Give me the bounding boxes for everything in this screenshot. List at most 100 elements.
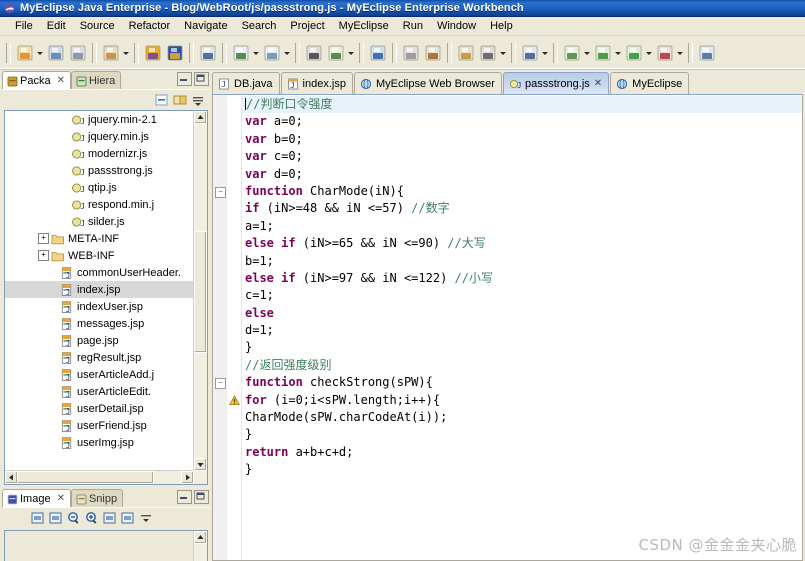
tree-item[interactable]: Jmessages.jsp (5, 315, 194, 332)
image-view-canvas[interactable] (4, 530, 208, 561)
editor-tab-index-jsp[interactable]: Jindex.jsp (280, 72, 353, 94)
zoom-out-icon[interactable] (66, 510, 82, 526)
code-line[interactable]: var b=0; (242, 131, 802, 148)
tree-item[interactable]: JindexUser.jsp (5, 298, 194, 315)
editor-tab-myeclipse[interactable]: MyEclipse (610, 72, 690, 94)
open-type-button[interactable] (101, 43, 121, 63)
tree-item[interactable]: Jpage.jsp (5, 332, 194, 349)
toolbar-dropdown-arrow[interactable] (347, 43, 356, 63)
tree-vertical-scroll-thumb[interactable] (194, 231, 207, 353)
menu-item-search[interactable]: Search (235, 18, 284, 35)
properties-icon[interactable] (30, 510, 46, 526)
code-line[interactable]: c=1; (242, 287, 802, 304)
warning-icon[interactable] (229, 394, 240, 406)
toggle-mark-occurrences-button[interactable] (520, 43, 540, 63)
tree-item[interactable]: JuserArticleAdd.j (5, 366, 194, 383)
menu-item-navigate[interactable]: Navigate (177, 18, 234, 35)
back-button[interactable] (401, 43, 421, 63)
minimize-view-button[interactable] (177, 490, 192, 504)
open-perspective-button[interactable] (456, 43, 476, 63)
maximize-view-button[interactable] (194, 490, 209, 504)
open-web-browser-button[interactable] (198, 43, 218, 63)
code-line[interactable]: } (242, 461, 802, 478)
code-line[interactable]: //返回强度级别 (242, 357, 802, 374)
tree-horizontal-scroll-thumb[interactable] (17, 471, 154, 484)
code-line[interactable]: else if (iN>=97 && iN <=122) //小写 (242, 270, 802, 287)
code-line[interactable]: a=1; (242, 218, 802, 235)
tree-item[interactable]: JuserArticleEdit. (5, 383, 194, 400)
menu-item-myeclipse[interactable]: MyEclipse (332, 18, 396, 35)
toolbar-dropdown-arrow[interactable] (583, 43, 592, 63)
code-line[interactable]: CharMode(sPW.charCodeAt(i)); (242, 409, 802, 426)
code-line[interactable]: } (242, 339, 802, 356)
tree-item[interactable]: Jjquery.min.js (5, 128, 194, 145)
zoom-100-icon[interactable] (102, 510, 118, 526)
link-editor-icon[interactable] (172, 92, 188, 108)
toolbar-dropdown-arrow[interactable] (252, 43, 261, 63)
menu-item-project[interactable]: Project (283, 18, 331, 35)
next-annotation-button[interactable] (326, 43, 346, 63)
menu-item-help[interactable]: Help (483, 18, 520, 35)
menu-item-file[interactable]: File (8, 18, 40, 35)
new-java-package-button[interactable] (262, 43, 282, 63)
view-menu-icon[interactable] (138, 510, 154, 526)
toolbar-dropdown-arrow[interactable] (499, 43, 508, 63)
close-icon[interactable]: ✕ (57, 75, 65, 86)
tree-item[interactable]: + META-INF (5, 230, 194, 247)
code-line[interactable]: //判断口令强度 (242, 96, 802, 114)
menu-item-run[interactable]: Run (396, 18, 430, 35)
myeclipse-deploy-button[interactable] (143, 43, 163, 63)
tree-item[interactable]: JuserDetail.jsp (5, 400, 194, 417)
tree-item[interactable]: Jqtip.js (5, 179, 194, 196)
code-line[interactable]: var c=0; (242, 148, 802, 165)
zoom-button[interactable] (478, 43, 498, 63)
tree-item[interactable]: Jpassstrong.js (5, 162, 194, 179)
folding-gutter[interactable]: − − (213, 95, 228, 560)
annotation-gutter[interactable] (227, 95, 242, 560)
print-button[interactable] (68, 43, 88, 63)
code-line[interactable]: else if (iN>=65 && iN <=90) //大写 (242, 235, 802, 252)
minimize-view-button[interactable] (177, 72, 192, 86)
image-vertical-scrollbar[interactable] (193, 531, 207, 561)
open-task-button[interactable] (697, 43, 717, 63)
code-line[interactable]: for (i=0;i<sPW.length;i++){ (242, 392, 802, 409)
scroll-up-button[interactable] (194, 531, 207, 544)
toolbar-dropdown-arrow[interactable] (614, 43, 623, 63)
tree-item[interactable]: JuserFriend.jsp (5, 417, 194, 434)
toolbar-dropdown-arrow[interactable] (676, 43, 685, 63)
code-line[interactable]: b=1; (242, 253, 802, 270)
run-button[interactable] (593, 43, 613, 63)
external-tools-button[interactable] (562, 43, 582, 63)
code-line[interactable]: d=1; (242, 322, 802, 339)
tree-vertical-scrollbar[interactable] (193, 111, 207, 471)
tree-item[interactable]: Jmodernizr.js (5, 145, 194, 162)
editor-tab-myeclipse-web-browser[interactable]: MyEclipse Web Browser (353, 72, 502, 94)
debug-button[interactable] (624, 43, 644, 63)
menu-item-edit[interactable]: Edit (40, 18, 73, 35)
expand-icon[interactable]: + (38, 233, 49, 244)
package-explorer-tree[interactable]: Jjquery.min-2.1 Jjquery.min.js Jmodernizr.… (5, 111, 194, 471)
view-tab-hiera[interactable]: Hiera (70, 71, 122, 89)
scroll-right-button[interactable] (181, 471, 194, 484)
zoom-fit-icon[interactable] (120, 510, 136, 526)
toolbar-dropdown-arrow[interactable] (283, 43, 292, 63)
code-line[interactable]: } (242, 426, 802, 443)
tree-item[interactable]: Jjquery.min-2.1 (5, 111, 194, 128)
view-tab-image[interactable]: Image ✕ (2, 489, 71, 507)
search-button[interactable] (304, 43, 324, 63)
code-line[interactable]: var a=0; (242, 113, 802, 130)
expand-icon[interactable]: + (38, 250, 49, 261)
forward-button[interactable] (423, 43, 443, 63)
close-icon[interactable]: ✕ (594, 78, 602, 89)
code-editor[interactable]: − − //判断口令强度 var a=0; var b=0; var c=0; var d… (212, 94, 803, 561)
scroll-up-button[interactable] (194, 111, 207, 124)
new-java-class-button[interactable] (231, 43, 251, 63)
collapse-all-icon[interactable] (154, 92, 170, 108)
fold-collapse-icon[interactable]: − (215, 187, 226, 198)
menu-item-refactor[interactable]: Refactor (122, 18, 178, 35)
globe-button[interactable] (368, 43, 388, 63)
zoom-in-icon[interactable] (84, 510, 100, 526)
toolbar-dropdown-arrow[interactable] (645, 43, 654, 63)
tree-horizontal-scrollbar[interactable] (5, 470, 194, 484)
fold-collapse-icon[interactable]: − (215, 378, 226, 390)
